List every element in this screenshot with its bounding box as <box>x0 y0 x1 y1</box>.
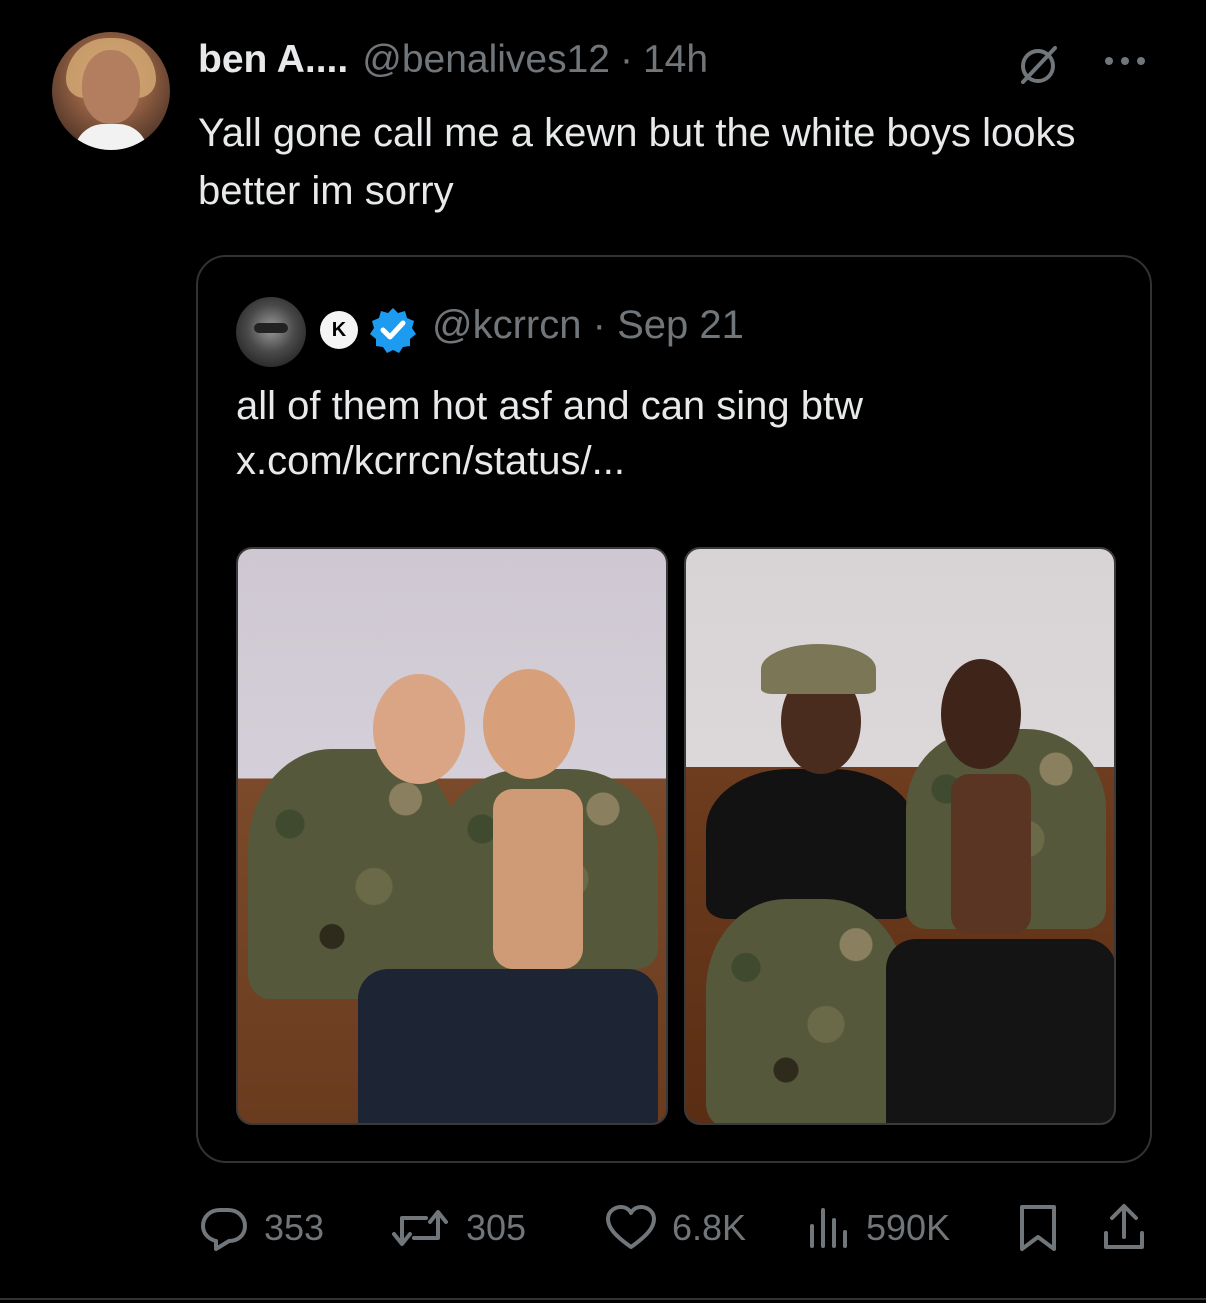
photo-person-head <box>941 659 1021 769</box>
grok-icon[interactable] <box>1015 42 1061 88</box>
post-text: Yall gone call me a kewn but the white b… <box>198 111 1076 213</box>
photo-person-cap <box>761 644 876 694</box>
avatar-collar <box>74 124 148 150</box>
photo-person-torso <box>951 774 1031 934</box>
author-avatar[interactable] <box>52 32 170 150</box>
header-separator: · <box>619 38 633 81</box>
post-time[interactable]: 14h <box>643 38 708 82</box>
quote-avatar-detail <box>254 323 288 333</box>
quote-handle[interactable]: @kcrrcn <box>432 303 582 347</box>
quote-meta: @kcrrcn · Sep 21 <box>432 303 744 348</box>
more-icon[interactable] <box>1100 46 1150 76</box>
quote-text: all of them hot asf and can sing btw x.c… <box>236 379 1116 489</box>
quote-photo-right[interactable] <box>684 547 1116 1125</box>
repost-icon <box>392 1210 448 1246</box>
photo-person-shirt <box>706 769 916 919</box>
quote-author-avatar[interactable] <box>236 297 306 367</box>
quoted-post[interactable]: K @kcrrcn · Sep 21 all of them hot asf a… <box>196 255 1152 1163</box>
photo-person-jeans <box>358 969 658 1123</box>
like-button[interactable]: 6.8K <box>604 1198 746 1258</box>
share-button[interactable] <box>1100 1198 1148 1258</box>
author-handle[interactable]: @benalives12 <box>362 38 610 82</box>
repost-button[interactable]: 305 <box>388 1198 526 1258</box>
action-bar: 353 305 6.8K 590K <box>198 1198 1158 1258</box>
photo-person-pants <box>706 899 906 1123</box>
photo-person-jeans <box>886 939 1114 1123</box>
quote-photo-left[interactable] <box>236 547 668 1125</box>
quote-link[interactable]: x.com/kcrrcn/status/... <box>236 434 1116 489</box>
photo-person-shirt <box>248 749 458 999</box>
quote-separator: · <box>592 303 606 347</box>
reply-button[interactable]: 353 <box>198 1198 324 1258</box>
affiliate-badge-icon[interactable]: K <box>320 311 358 349</box>
author-name[interactable]: ben A.... <box>198 38 348 82</box>
verified-badge-icon[interactable] <box>368 305 418 355</box>
view-count: 590K <box>866 1207 951 1248</box>
analytics-icon <box>810 1208 847 1248</box>
quote-text-line: all of them hot asf and can sing btw <box>236 384 864 428</box>
like-count: 6.8K <box>672 1207 747 1248</box>
avatar-face <box>82 50 140 124</box>
reply-count: 353 <box>264 1207 325 1248</box>
photo-person-head <box>373 674 465 784</box>
reply-icon <box>201 1208 247 1251</box>
views-button[interactable]: 590K <box>804 1198 950 1258</box>
repost-count: 305 <box>466 1207 527 1248</box>
bookmark-button[interactable] <box>1016 1198 1060 1258</box>
post-header: ben A.... @benalives12 · 14h <box>198 38 708 88</box>
photo-person-head <box>483 669 575 779</box>
bookmark-icon <box>1020 1205 1056 1251</box>
divider <box>0 1298 1206 1300</box>
photo-person-torso <box>493 789 583 969</box>
share-icon <box>1104 1204 1144 1249</box>
quote-date[interactable]: Sep 21 <box>617 303 744 347</box>
heart-icon <box>606 1205 656 1249</box>
